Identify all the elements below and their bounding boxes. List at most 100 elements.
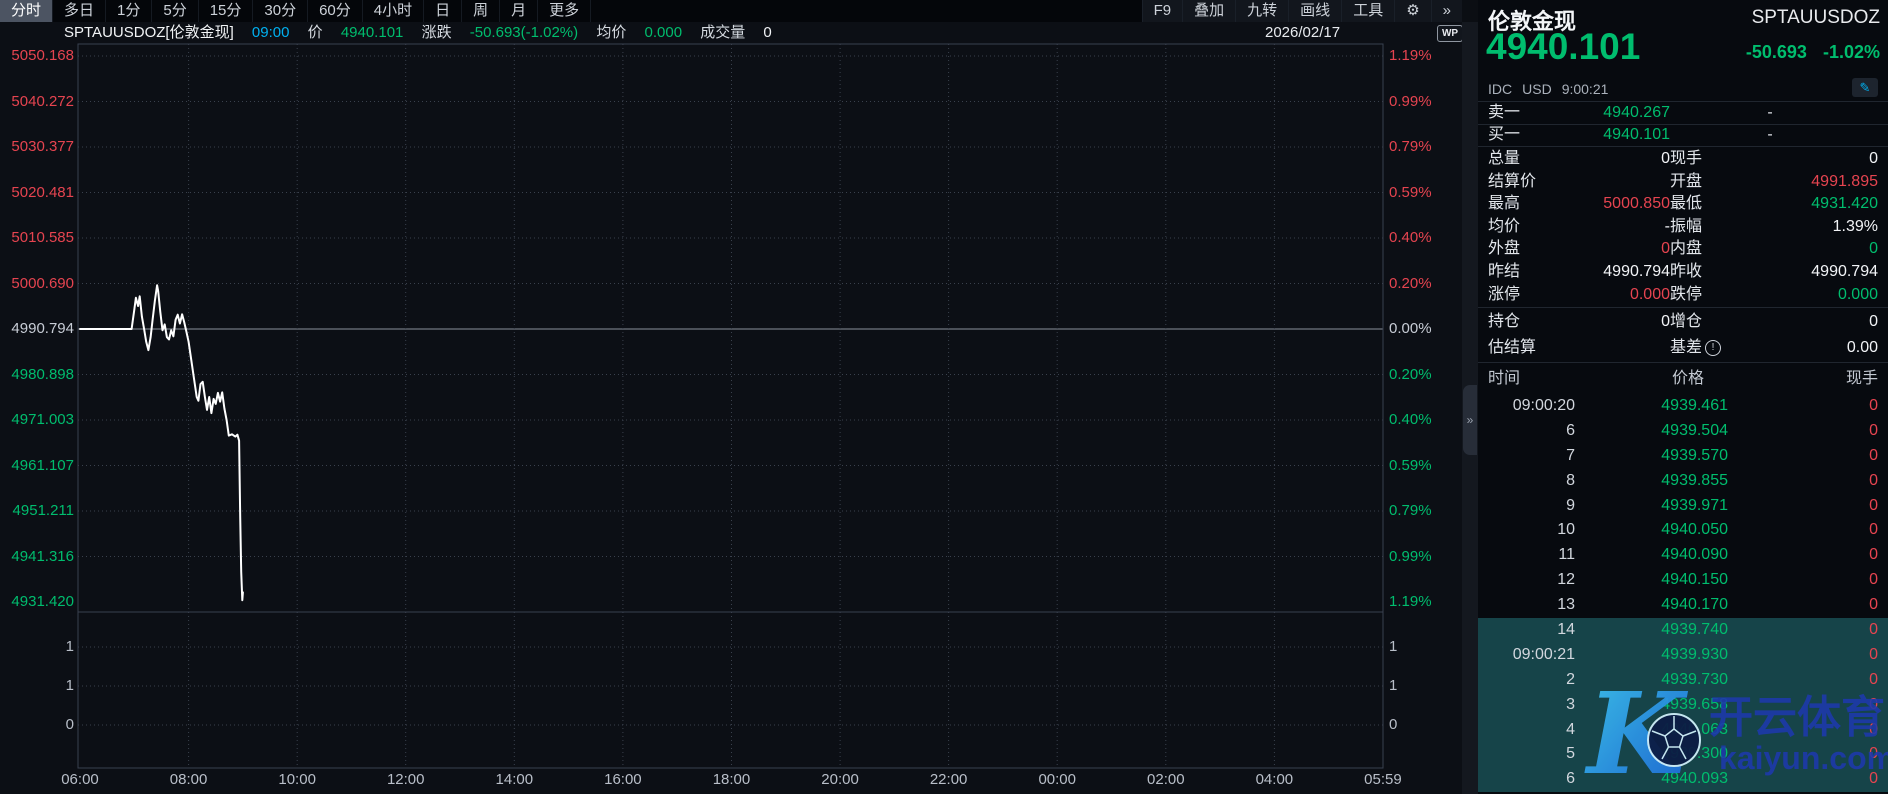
tape-header: 时间 价格 现手	[1478, 366, 1888, 392]
tape-row[interactable]: 124940.1500	[1478, 568, 1888, 593]
tape-row[interactable]: 144939.7400	[1478, 618, 1888, 643]
change-label: 涨跌	[422, 24, 452, 41]
field-value: 5000.850	[1574, 193, 1670, 216]
tape-row[interactable]: 5 4939.300 0	[1478, 742, 1888, 767]
tape-time: 2	[1478, 668, 1575, 693]
y-axis-percent-label: 0.79%	[1389, 138, 1432, 156]
tape-row[interactable]: 09:00:214939.9300	[1478, 643, 1888, 668]
tape-time: 5	[1478, 742, 1575, 767]
toolbar-button-F9[interactable]: F9	[1142, 0, 1183, 22]
toolbar-tools: F9叠加九转画线工具⚙»	[1142, 0, 1462, 22]
toolbar-button-叠加[interactable]: 叠加	[1182, 0, 1235, 22]
tape-row[interactable]: 94939.9710	[1478, 494, 1888, 519]
tape-volume: 0	[1869, 742, 1878, 767]
instrument-code: SPTAUUSDOZ	[1752, 7, 1880, 29]
period-tab-5分[interactable]: 5分	[152, 0, 198, 22]
y-axis-percent-label: 0.99%	[1389, 93, 1432, 111]
tape-volume: 0	[1869, 419, 1878, 444]
tape-row[interactable]: 114940.0900	[1478, 543, 1888, 568]
period-tab-分时[interactable]: 分时	[0, 0, 53, 22]
period-tab-周[interactable]: 周	[462, 0, 500, 22]
tape-price: 4940.090	[1588, 543, 1728, 568]
tape-volume: 0	[1869, 494, 1878, 519]
tape-row[interactable]: 64940.0930	[1478, 767, 1888, 792]
tape-row[interactable]: 134940.1700	[1478, 593, 1888, 618]
field-value: 0	[1762, 309, 1878, 335]
period-tab-4小时[interactable]: 4小时	[363, 0, 424, 22]
field-label: 现手	[1670, 148, 1762, 171]
wp-window-icon[interactable]: WP	[1437, 25, 1463, 42]
tape-row[interactable]: 24939.7300	[1478, 668, 1888, 693]
quote-grid-row: 估结算基差!0.00	[1478, 335, 1888, 361]
field-label: 估结算	[1488, 335, 1574, 361]
period-tab-30分[interactable]: 30分	[253, 0, 308, 22]
period-toolbar: 分时多日1分5分15分30分60分4小时日周月更多 F9叠加九转画线工具⚙»	[0, 0, 1462, 22]
tape-time: 09:00:20	[1478, 394, 1575, 419]
field-label: 增仓	[1670, 309, 1762, 335]
tape-price: 4939.971	[1588, 494, 1728, 519]
level-qty: -	[1740, 124, 1800, 146]
panel-divider[interactable]: »	[1462, 22, 1478, 794]
exchange-code: IDC	[1488, 81, 1512, 97]
x-axis-time-label: 18:00	[697, 771, 765, 788]
period-tab-日[interactable]: 日	[424, 0, 462, 22]
tape-time: 14	[1478, 618, 1575, 643]
period-tab-60分[interactable]: 60分	[308, 0, 363, 22]
toolbar-button-工具[interactable]: 工具	[1341, 0, 1394, 22]
quote-grid-row: 昨结4990.794昨收4990.794	[1478, 261, 1888, 284]
period-tab-1分[interactable]: 1分	[106, 0, 152, 22]
tape-price: 4939.300	[1588, 742, 1728, 767]
symbol-name[interactable]: SPTAUUSDOZ[伦敦金现]	[64, 24, 234, 41]
tape-price: 4940.093	[1588, 767, 1728, 792]
field-value: 0	[1574, 238, 1670, 261]
toolbar-button-画线[interactable]: 画线	[1288, 0, 1341, 22]
tape-row[interactable]: 74939.5700	[1478, 444, 1888, 469]
x-axis-time-label: 12:00	[372, 771, 440, 788]
tape-row[interactable]: 84939.8550	[1478, 469, 1888, 494]
volume-label: 成交量	[700, 24, 745, 41]
tape-row[interactable]: 104940.0500	[1478, 518, 1888, 543]
avg-value: 0.000	[645, 24, 683, 41]
toolbar-button-九转[interactable]: 九转	[1235, 0, 1288, 22]
toolbar-expand-icon[interactable]: »	[1431, 0, 1462, 22]
price-change: -50.693-1.02%	[1730, 42, 1880, 63]
tape-row[interactable]: 34939.6580	[1478, 693, 1888, 718]
field-value: 0	[1574, 309, 1670, 335]
info-icon[interactable]: !	[1705, 340, 1721, 356]
level-price: 4940.101	[1508, 124, 1670, 146]
tape-volume: 0	[1869, 543, 1878, 568]
period-tab-15分[interactable]: 15分	[199, 0, 254, 22]
settings-gear-icon[interactable]: ⚙	[1394, 0, 1430, 22]
tape-time: 8	[1478, 469, 1575, 494]
separator	[1478, 307, 1888, 308]
tape-row[interactable]: 64939.5040	[1478, 419, 1888, 444]
field-label: 跌停	[1670, 284, 1762, 307]
tape-row[interactable]: 09:00:204939.4610	[1478, 394, 1888, 419]
avg-label: 均价	[596, 24, 626, 41]
price-value: 4940.101	[341, 24, 404, 41]
x-axis-time-label: 00:00	[1023, 771, 1091, 788]
level-price: 4940.267	[1508, 102, 1670, 124]
volume-axis-label: 0	[1389, 716, 1397, 734]
period-tab-月[interactable]: 月	[500, 0, 538, 22]
y-axis-price-label: 5000.690	[0, 275, 74, 293]
tape-row[interactable]: 44940.0630	[1478, 718, 1888, 743]
tape-volume: 0	[1869, 518, 1878, 543]
collapse-panel-icon[interactable]: »	[1463, 385, 1477, 455]
tick-list[interactable]: 09:00:204939.461064939.504074939.5700849…	[1478, 394, 1888, 794]
field-label: 基差!	[1670, 335, 1762, 361]
intraday-chart[interactable]: 5050.1685040.2725030.3775020.4815010.585…	[0, 0, 1462, 794]
separator	[1478, 362, 1888, 363]
tape-header-volume: 现手	[1846, 366, 1878, 392]
chart-header: SPTAUUSDOZ[伦敦金现] 09:00 价 4940.101 涨跌 -50…	[0, 22, 1462, 44]
tape-time: 3	[1478, 693, 1575, 718]
field-value: 0	[1762, 148, 1878, 171]
edit-pencil-icon[interactable]: ✎	[1852, 78, 1878, 97]
period-tab-多日[interactable]: 多日	[53, 0, 106, 22]
y-axis-price-label: 4951.211	[0, 502, 74, 520]
period-tab-更多[interactable]: 更多	[538, 0, 591, 22]
field-label: 总量	[1488, 148, 1574, 171]
field-value	[1574, 335, 1670, 361]
field-value: 4990.794	[1762, 261, 1878, 284]
tape-time: 10	[1478, 518, 1575, 543]
